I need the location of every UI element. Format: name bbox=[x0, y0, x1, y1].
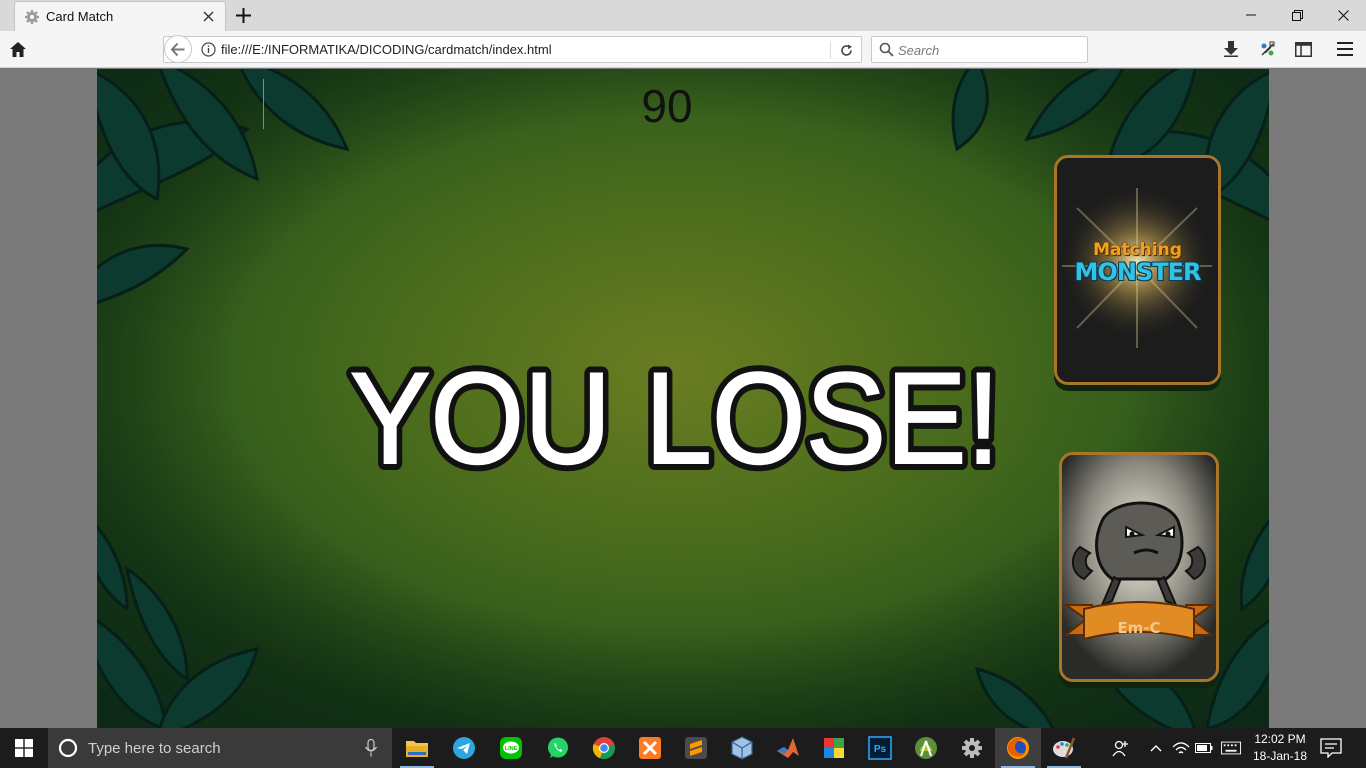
cortana-icon bbox=[58, 738, 78, 758]
whatsapp-icon[interactable] bbox=[535, 728, 581, 768]
game-area: 90 YOU LOSE! YOU LOSE! Matching MONSTER … bbox=[97, 69, 1269, 728]
line-icon[interactable]: LINE bbox=[488, 728, 534, 768]
notification-center-icon[interactable] bbox=[1320, 738, 1342, 758]
file-explorer-icon[interactable] bbox=[394, 728, 440, 768]
home-icon[interactable] bbox=[8, 39, 28, 59]
logo-matching: Matching bbox=[1093, 240, 1182, 260]
restore-icon[interactable] bbox=[1274, 0, 1320, 30]
url-text[interactable]: file:///E:/INFORMATIKA/DICODING/cardmatc… bbox=[221, 42, 552, 57]
countdown-timer: 90 bbox=[641, 80, 693, 132]
menu-icon[interactable] bbox=[1335, 39, 1355, 59]
monster-card[interactable]: Em-C bbox=[1059, 452, 1219, 682]
wifi-icon[interactable] bbox=[1171, 738, 1191, 758]
game-over-message: YOU LOSE! YOU LOSE! bbox=[343, 351, 1007, 481]
start-button[interactable] bbox=[0, 728, 48, 768]
url-separator bbox=[830, 41, 831, 59]
reload-icon[interactable] bbox=[837, 41, 855, 59]
keyboard-icon[interactable] bbox=[1221, 738, 1241, 758]
clock-date: 18-Jan-18 bbox=[1252, 749, 1308, 763]
matlab-icon[interactable] bbox=[765, 728, 811, 768]
minimize-icon[interactable] bbox=[1228, 0, 1274, 30]
chrome-icon[interactable] bbox=[581, 728, 627, 768]
settings-app-icon[interactable] bbox=[949, 728, 995, 768]
new-tab-icon[interactable] bbox=[232, 4, 254, 26]
paint-icon[interactable] bbox=[1041, 728, 1087, 768]
monster-name: Em-C bbox=[1117, 619, 1161, 637]
tab-strip: Card Match bbox=[0, 0, 1366, 31]
close-window-icon[interactable] bbox=[1320, 0, 1366, 30]
system-clock[interactable]: 12:02 PM 18-Jan-18 bbox=[1250, 731, 1310, 765]
winrar-icon[interactable] bbox=[811, 728, 857, 768]
search-icon bbox=[879, 42, 894, 57]
navigation-bar: file:///E:/INFORMATIKA/DICODING/cardmatc… bbox=[0, 31, 1366, 68]
taskbar-search-box[interactable]: Type here to search bbox=[48, 728, 392, 768]
close-tab-icon[interactable] bbox=[199, 7, 217, 25]
arrow-left-icon bbox=[171, 42, 185, 56]
rock-monster-illustration bbox=[1062, 455, 1216, 679]
search-input[interactable] bbox=[898, 41, 1078, 59]
back-button[interactable] bbox=[164, 35, 192, 63]
android-studio-icon[interactable] bbox=[903, 728, 949, 768]
people-icon[interactable] bbox=[1110, 738, 1130, 758]
svg-text:Ps: Ps bbox=[874, 744, 887, 755]
text-cursor bbox=[263, 79, 264, 129]
tab-card-match[interactable]: Card Match bbox=[14, 1, 226, 31]
tab-title: Card Match bbox=[46, 9, 114, 24]
info-icon[interactable] bbox=[201, 42, 216, 57]
svg-text:YOU LOSE!: YOU LOSE! bbox=[350, 351, 1000, 481]
windows-taskbar: Type here to search LINE Ps 12:02 PM 18-… bbox=[0, 728, 1366, 768]
chevron-up-icon[interactable] bbox=[1146, 738, 1166, 758]
clock-time: 12:02 PM bbox=[1254, 732, 1306, 746]
virtualbox-icon[interactable] bbox=[719, 728, 765, 768]
sidebar-icon[interactable] bbox=[1293, 39, 1313, 59]
address-bar[interactable]: file:///E:/INFORMATIKA/DICODING/cardmatc… bbox=[163, 36, 862, 63]
search-bar[interactable] bbox=[871, 36, 1088, 63]
download-icon[interactable] bbox=[1221, 39, 1241, 59]
firefox-icon[interactable] bbox=[995, 728, 1041, 768]
logo-monster: MONSTER bbox=[1074, 258, 1202, 286]
microphone-icon[interactable] bbox=[364, 739, 378, 757]
extension-icon[interactable] bbox=[1257, 39, 1277, 59]
gear-icon bbox=[25, 10, 39, 24]
telegram-icon[interactable] bbox=[441, 728, 487, 768]
svg-text:LINE: LINE bbox=[505, 746, 518, 752]
windows-logo-icon bbox=[15, 739, 33, 757]
photoshop-icon[interactable]: Ps bbox=[857, 728, 903, 768]
battery-icon[interactable] bbox=[1194, 738, 1214, 758]
taskbar-search-placeholder: Type here to search bbox=[88, 740, 221, 757]
xampp-icon[interactable] bbox=[627, 728, 673, 768]
card-back[interactable]: Matching MONSTER bbox=[1054, 155, 1221, 385]
sublime-text-icon[interactable] bbox=[673, 728, 719, 768]
